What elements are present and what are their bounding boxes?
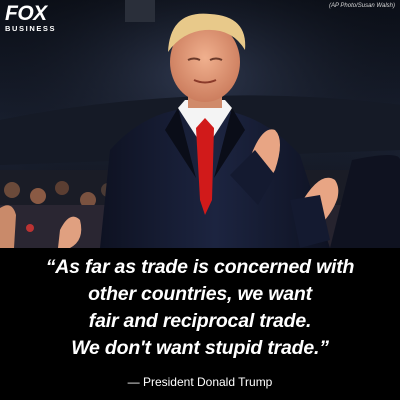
quote-line: fair and reciprocal trade.: [88, 310, 312, 332]
quote-line: “As far as trade is concerned with: [45, 256, 355, 278]
fox-business-logo: FOX BUSINESS: [5, 3, 56, 33]
quote-text: “As far as trade is concerned with other…: [0, 254, 400, 362]
light-rig: [125, 0, 155, 22]
crowd-hand: [0, 205, 16, 248]
logo-subtext: BUSINESS: [5, 24, 57, 33]
photo-credit: (AP Photo/Susan Walsh): [328, 3, 395, 9]
quote-attribution: — President Donald Trump: [127, 375, 273, 389]
photo: FOX BUSINESS (AP Photo/Susan Walsh): [0, 0, 400, 248]
quote-line: We don't want stupid trade.”: [71, 337, 329, 359]
photo-illustration: [0, 0, 400, 248]
logo-text: FOX: [5, 2, 47, 25]
quote-line: other countries, we want: [88, 283, 312, 305]
